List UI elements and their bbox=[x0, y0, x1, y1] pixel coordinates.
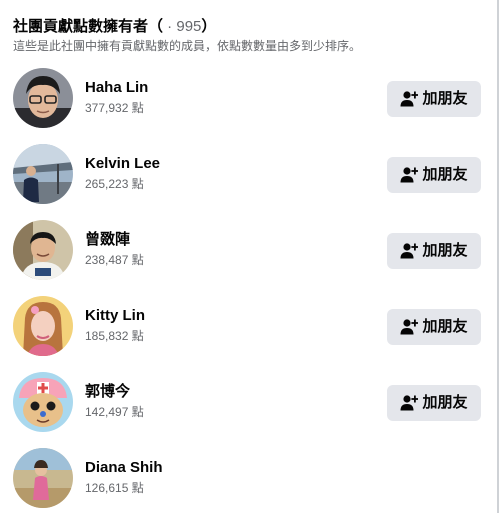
add-friend-label: 加朋友 bbox=[422, 242, 468, 259]
section-title: 社團貢獻點數擁有者（ · 995） bbox=[13, 18, 483, 36]
member-row: Kelvin Lee 265,223 點 加朋友 bbox=[13, 144, 483, 206]
avatar[interactable] bbox=[13, 296, 73, 356]
add-friend-label: 加朋友 bbox=[422, 90, 468, 107]
add-friend-button[interactable]: 加朋友 bbox=[387, 309, 481, 345]
add-friend-button[interactable]: 加朋友 bbox=[387, 81, 481, 117]
member-points: 265,223 點 bbox=[85, 177, 144, 191]
person-plus-icon bbox=[400, 166, 419, 184]
avatar[interactable] bbox=[13, 68, 73, 128]
add-friend-label: 加朋友 bbox=[422, 318, 468, 335]
member-row: 曾敪陣 238,487 點 加朋友 bbox=[13, 220, 483, 282]
add-friend-button[interactable]: 加朋友 bbox=[387, 385, 481, 421]
add-friend-button[interactable]: 加朋友 bbox=[387, 157, 481, 193]
member-name[interactable]: Kelvin Lee bbox=[85, 155, 160, 173]
contributors-header: 社團貢獻點數擁有者（ · 995） 這些是此社團中擁有貢獻點數的成員，依點數數量… bbox=[13, 18, 483, 54]
member-points: 185,832 點 bbox=[85, 329, 144, 343]
member-name[interactable]: 郭博今 bbox=[85, 383, 130, 401]
add-friend-label: 加朋友 bbox=[422, 394, 468, 411]
member-row: Haha Lin 377,932 點 加朋友 bbox=[13, 68, 483, 130]
member-row: 郭博今 142,497 點 加朋友 bbox=[13, 372, 483, 434]
section-subtitle: 這些是此社團中擁有貢獻點數的成員，依點數數量由多到少排序。 bbox=[13, 39, 362, 53]
add-friend-label: 加朋友 bbox=[422, 166, 468, 183]
avatar[interactable] bbox=[13, 448, 73, 508]
member-name[interactable]: Diana Shih bbox=[85, 459, 163, 477]
member-points: 126,615 點 bbox=[85, 481, 144, 495]
member-points: 377,932 點 bbox=[85, 101, 144, 115]
member-name[interactable]: Kitty Lin bbox=[85, 307, 145, 325]
member-name[interactable]: 曾敪陣 bbox=[85, 231, 130, 249]
person-plus-icon bbox=[400, 318, 419, 336]
avatar[interactable] bbox=[13, 220, 73, 280]
person-plus-icon bbox=[400, 242, 419, 260]
member-points: 142,497 點 bbox=[85, 405, 144, 419]
member-points: 238,487 點 bbox=[85, 253, 144, 267]
avatar[interactable] bbox=[13, 144, 73, 204]
person-plus-icon bbox=[400, 394, 419, 412]
avatar[interactable] bbox=[13, 372, 73, 432]
title-text: 社團貢獻點數擁有者（ bbox=[13, 18, 164, 35]
member-row: Diana Shih 126,615 點 bbox=[13, 448, 483, 510]
title-close-paren: ） bbox=[201, 18, 217, 35]
add-friend-button[interactable]: 加朋友 bbox=[387, 233, 481, 269]
member-row: Kitty Lin 185,832 點 加朋友 bbox=[13, 296, 483, 358]
member-count: · 995 bbox=[163, 18, 202, 35]
person-plus-icon bbox=[400, 90, 419, 108]
member-name[interactable]: Haha Lin bbox=[85, 79, 148, 97]
